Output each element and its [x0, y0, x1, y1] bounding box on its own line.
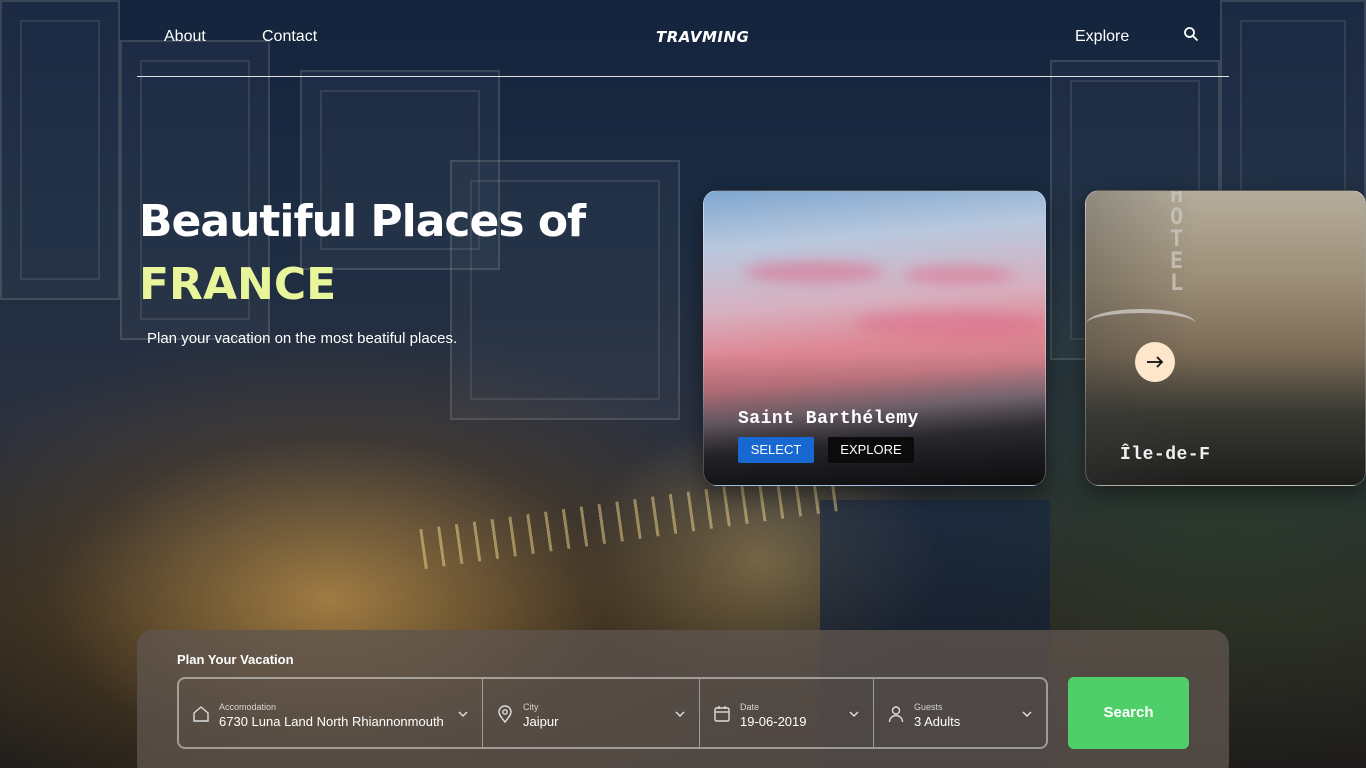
field-value: 19-06-2019 — [740, 714, 807, 729]
chevron-down-icon — [1022, 711, 1032, 718]
date-select[interactable]: Date 19-06-2019 — [700, 679, 874, 747]
accommodation-select[interactable]: Accomodation 6730 Luna Land North Rhiann… — [179, 679, 483, 747]
hero-title: Beautiful Places of — [139, 196, 586, 247]
hero-country: FRANCE — [139, 259, 337, 310]
booking-fields: Accomodation 6730 Luna Land North Rhiann… — [177, 677, 1048, 749]
explore-button[interactable]: EXPLORE — [828, 437, 914, 463]
guests-select[interactable]: Guests 3 Adults — [874, 679, 1046, 747]
site-logo[interactable]: TRAVMING — [656, 28, 749, 46]
carousel-next-button[interactable] — [1135, 342, 1175, 382]
top-navigation: About Contact TRAVMING Explore — [137, 0, 1229, 77]
search-button[interactable]: Search — [1068, 677, 1189, 749]
location-pin-icon — [498, 705, 512, 724]
calendar-icon — [714, 706, 730, 722]
field-value: Jaipur — [523, 714, 559, 729]
field-label: City — [523, 702, 539, 712]
bridge-image — [1086, 309, 1196, 339]
arrow-right-icon — [1147, 356, 1164, 368]
field-value: 6730 Luna Land North Rhiannonmouth — [219, 714, 444, 729]
chevron-down-icon — [675, 711, 685, 718]
field-label: Date — [740, 702, 760, 712]
search-icon[interactable] — [1183, 26, 1203, 46]
panel-title: Plan Your Vacation — [177, 652, 294, 667]
field-value: 3 Adults — [914, 714, 961, 729]
chevron-down-icon — [458, 711, 468, 718]
nav-link-contact[interactable]: Contact — [262, 28, 317, 46]
field-label: Accomodation — [219, 702, 277, 712]
city-select[interactable]: City Jaipur — [483, 679, 700, 747]
destination-card[interactable]: Saint Barthélemy SELECT EXPLORE — [703, 190, 1046, 486]
card-title: Île-de-F — [1120, 445, 1211, 465]
hero-subtitle: Plan your vacation on the most beatiful … — [147, 330, 458, 347]
card-title: Saint Barthélemy — [738, 409, 919, 429]
nav-link-explore[interactable]: Explore — [1075, 28, 1129, 46]
destination-card[interactable]: HOTEL Île-de-F — [1085, 190, 1366, 486]
nav-link-about[interactable]: About — [164, 28, 206, 46]
home-icon — [193, 706, 209, 722]
user-icon — [888, 706, 904, 723]
select-button[interactable]: SELECT — [738, 437, 814, 463]
chevron-down-icon — [849, 711, 859, 718]
plan-vacation-panel: Plan Your Vacation Accomodation 6730 Lun… — [137, 630, 1229, 768]
field-label: Guests — [914, 702, 943, 712]
hotel-sign: HOTEL — [1170, 190, 1184, 296]
